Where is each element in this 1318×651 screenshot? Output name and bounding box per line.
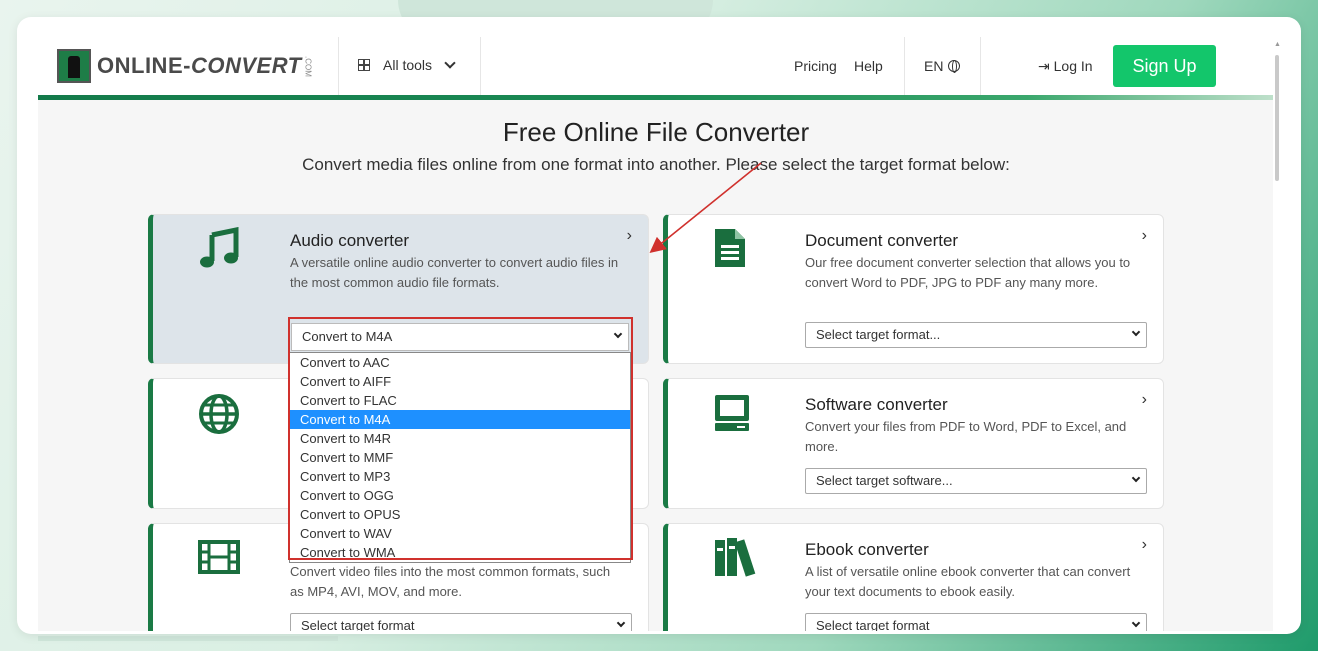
scrollbar[interactable]: ▲ xyxy=(1273,41,1281,631)
header-accent-line xyxy=(38,95,1274,100)
login-icon: ⇥ xyxy=(1038,58,1050,74)
logo-com: .COM xyxy=(303,55,313,77)
music-note-icon xyxy=(198,227,242,271)
chevron-down-icon xyxy=(1131,618,1141,628)
chevron-down-icon xyxy=(616,618,626,628)
books-icon xyxy=(713,536,759,578)
language-selector[interactable]: EN xyxy=(924,58,961,74)
logo-text: ONLINE-CONVERT xyxy=(97,53,302,78)
document-converter-description: Our free document converter selection th… xyxy=(805,255,1131,290)
header-divider xyxy=(338,37,339,95)
grid-icon xyxy=(358,59,370,71)
background-bar xyxy=(38,636,338,641)
document-format-select[interactable]: Select target format... xyxy=(805,322,1147,348)
software-select[interactable]: Select target software... xyxy=(805,468,1147,494)
logo-icon xyxy=(57,49,91,83)
header-divider xyxy=(904,37,905,95)
ebook-converter-card[interactable]: Ebook converter A list of versatile onli… xyxy=(663,523,1164,631)
signup-button[interactable]: Sign Up xyxy=(1113,45,1216,87)
scroll-up-arrow[interactable]: ▲ xyxy=(1274,41,1281,48)
video-converter-description: Convert video files into the most common… xyxy=(290,564,611,599)
chevron-right-icon[interactable]: › xyxy=(1142,536,1147,554)
video-format-select[interactable]: Select target format xyxy=(290,613,632,631)
login-link[interactable]: ⇥ Log In xyxy=(1038,58,1093,75)
language-label: EN xyxy=(924,58,944,74)
chevron-down-icon xyxy=(1131,327,1141,337)
scrollbar-thumb[interactable] xyxy=(1275,55,1279,181)
site-logo[interactable]: ONLINE-CONVERT .COM xyxy=(57,49,313,83)
computer-icon xyxy=(713,393,751,433)
ebook-format-select[interactable]: Select target format xyxy=(805,613,1147,631)
page-viewport: ONLINE-CONVERT .COM All tools Pricing He… xyxy=(38,37,1274,631)
ebook-select-value: Select target format xyxy=(816,618,930,631)
all-tools-label: All tools xyxy=(383,57,433,73)
chevron-right-icon[interactable]: › xyxy=(1142,227,1147,245)
video-select-value: Select target format xyxy=(301,618,415,631)
document-select-value: Select target format... xyxy=(816,327,941,342)
ebook-converter-title: Ebook converter xyxy=(805,540,929,559)
audio-converter-title: Audio converter xyxy=(290,231,410,250)
globe-icon xyxy=(948,60,961,73)
software-converter-card[interactable]: Software converter Convert your files fr… xyxy=(663,378,1164,509)
globe-icon xyxy=(198,393,240,435)
chevron-down-icon xyxy=(444,57,456,69)
software-converter-description: Convert your files from PDF to Word, PDF… xyxy=(805,419,1127,454)
annotation-arrow xyxy=(649,162,762,254)
browser-frame: ONLINE-CONVERT .COM All tools Pricing He… xyxy=(17,17,1301,634)
chevron-right-icon[interactable]: › xyxy=(1142,391,1147,409)
login-label: Log In xyxy=(1053,58,1093,74)
chevron-down-icon xyxy=(1131,473,1141,483)
site-header: ONLINE-CONVERT .COM All tools Pricing He… xyxy=(38,37,1274,100)
audio-converter-description: A versatile online audio converter to co… xyxy=(290,255,619,290)
software-select-value: Select target software... xyxy=(816,473,953,488)
ebook-converter-description: A list of versatile online ebook convert… xyxy=(805,564,1131,599)
film-icon xyxy=(198,540,240,574)
document-converter-title: Document converter xyxy=(805,231,959,250)
software-converter-title: Software converter xyxy=(805,395,948,414)
help-link[interactable]: Help xyxy=(854,58,883,74)
page-title: Free Online File Converter xyxy=(502,117,810,147)
all-tools-menu[interactable]: All tools xyxy=(358,57,456,73)
header-divider xyxy=(980,37,981,95)
annotation-highlight-box xyxy=(288,317,633,560)
pricing-link[interactable]: Pricing xyxy=(794,58,837,74)
header-divider xyxy=(480,37,481,95)
